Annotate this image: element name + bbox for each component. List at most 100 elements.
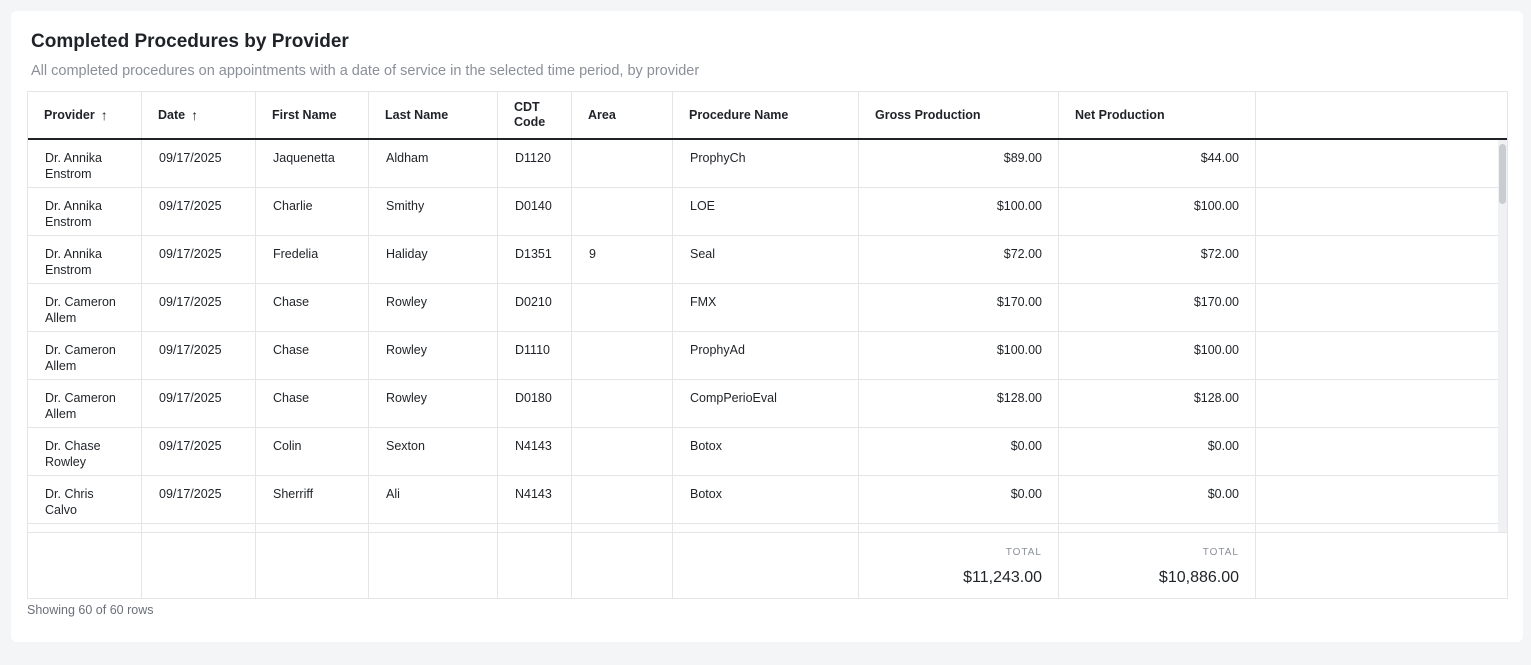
cell-date: 09/17/2025 [142, 332, 256, 380]
cell-cdt: D1120 [498, 140, 572, 188]
table-row[interactable]: Dr. Cameron Allem 09/17/2025 Chase Rowley D0… [28, 380, 1498, 428]
table-header: Provider ↑ Date ↑ First Name Last Name CDT Cod… [28, 92, 1507, 140]
column-header-label: Procedure Name [689, 107, 789, 122]
cell-spacer [1256, 332, 1498, 380]
table-body[interactable]: Dr. Annika Enstrom 09/17/2025 Jaquenetta Al… [28, 140, 1507, 532]
cell-net: $0.00 [1059, 476, 1256, 524]
table-row[interactable]: Dr. Cameron Allem 09/17/2025 Chase Rowley D1… [28, 332, 1498, 380]
cell-provider: Dr. Cameron Allem [28, 380, 142, 428]
cell-provider: Dr. Annika Enstrom [28, 236, 142, 284]
cell-net: $44.00 [1059, 140, 1256, 188]
cell-last: Smithy [369, 188, 498, 236]
table-row[interactable]: Dr. Annika Enstrom 09/17/2025 Fredelia Hali… [28, 236, 1498, 284]
cell-empty [498, 524, 572, 532]
cell-spacer [1256, 476, 1498, 524]
cell-gross: $100.00 [859, 188, 1059, 236]
column-header-last[interactable]: Last Name [369, 92, 498, 138]
cell-area [572, 284, 673, 332]
column-header-net[interactable]: Net Production [1059, 92, 1256, 138]
page-title: Completed Procedures by Provider [31, 31, 349, 52]
arrow-up-icon[interactable]: ↑ [191, 107, 198, 123]
cell-empty [1256, 524, 1498, 532]
scrollbar-thumb[interactable] [1499, 144, 1506, 204]
cell-gross: $128.00 [859, 380, 1059, 428]
cell-first: Chase [256, 332, 369, 380]
cell-provider: Dr. Chris Calvo [28, 476, 142, 524]
cell-area [572, 428, 673, 476]
cell-net: $72.00 [1059, 236, 1256, 284]
cell-procedure: LOE [673, 188, 859, 236]
cell-last: Rowley [369, 380, 498, 428]
column-header-label: Provider [44, 107, 95, 122]
cell-first: Chase [256, 380, 369, 428]
page-subtitle: All completed procedures on appointments… [31, 63, 700, 79]
cell-empty [673, 524, 859, 532]
cell-provider: Dr. Cameron Allem [28, 284, 142, 332]
cell-gross: $0.00 [859, 476, 1059, 524]
cell-cdt: N4143 [498, 428, 572, 476]
cell-date: 09/17/2025 [142, 284, 256, 332]
column-header-label: Net Production [1075, 107, 1165, 122]
cell-date: 09/17/2025 [142, 476, 256, 524]
table-row[interactable]: Dr. Annika Enstrom 09/17/2025 Charlie Smith… [28, 188, 1498, 236]
footer-cell [673, 533, 859, 598]
cell-net: $100.00 [1059, 188, 1256, 236]
cell-procedure: Seal [673, 236, 859, 284]
cell-provider: Dr. Annika Enstrom [28, 140, 142, 188]
cell-first: Charlie [256, 188, 369, 236]
column-header-area[interactable]: Area [572, 92, 673, 138]
cell-net: $170.00 [1059, 284, 1256, 332]
cell-provider: Dr. Annika Enstrom [28, 188, 142, 236]
column-header-procedure[interactable]: Procedure Name [673, 92, 859, 138]
cell-last: Rowley [369, 332, 498, 380]
footer-cell [28, 533, 142, 598]
cell-spacer [1256, 140, 1498, 188]
net-total-label: TOTAL [1202, 547, 1239, 558]
column-header-first[interactable]: First Name [256, 92, 369, 138]
cell-area [572, 140, 673, 188]
row-count: Showing 60 of 60 rows [27, 603, 154, 617]
cell-gross: $170.00 [859, 284, 1059, 332]
report-card: Completed Procedures by Provider All com… [11, 11, 1523, 642]
table-scrollbar[interactable] [1498, 140, 1507, 532]
column-header-gross[interactable]: Gross Production [859, 92, 1059, 138]
cell-empty [572, 524, 673, 532]
cell-empty [859, 524, 1059, 532]
cell-empty [369, 524, 498, 532]
column-header-label: First Name [272, 107, 337, 122]
cell-net: $0.00 [1059, 428, 1256, 476]
cell-procedure: FMX [673, 284, 859, 332]
cell-gross: $89.00 [859, 140, 1059, 188]
arrow-up-icon[interactable]: ↑ [101, 107, 108, 123]
column-header-spacer [1256, 92, 1507, 138]
cell-date: 09/17/2025 [142, 236, 256, 284]
column-header-cdt[interactable]: CDT Code [498, 92, 572, 138]
cell-spacer [1256, 188, 1498, 236]
cell-empty [142, 524, 256, 532]
footer-cell [1256, 533, 1507, 598]
cell-area [572, 332, 673, 380]
cell-last: Aldham [369, 140, 498, 188]
table-row[interactable]: Dr. Chris Calvo 09/17/2025 Sherriff Ali N414… [28, 476, 1498, 524]
gross-total-label: TOTAL [1005, 547, 1042, 558]
table-row[interactable]: Dr. Chase Rowley 09/17/2025 Colin Sexton N41… [28, 428, 1498, 476]
cell-procedure: ProphyCh [673, 140, 859, 188]
footer-cell [369, 533, 498, 598]
cell-date: 09/17/2025 [142, 428, 256, 476]
footer-cell [256, 533, 369, 598]
column-header-label: Gross Production [875, 107, 981, 122]
footer-cell [498, 533, 572, 598]
cell-area [572, 476, 673, 524]
cell-empty [256, 524, 369, 532]
net-production-total: TOTAL $10,886.00 [1059, 533, 1256, 598]
cell-last: Rowley [369, 284, 498, 332]
cell-last: Haliday [369, 236, 498, 284]
column-header-date[interactable]: Date ↑ [142, 92, 256, 138]
table-row[interactable]: Dr. Cameron Allem 09/17/2025 Chase Rowley D0… [28, 284, 1498, 332]
cell-date: 09/17/2025 [142, 188, 256, 236]
cell-last: Sexton [369, 428, 498, 476]
table-row[interactable]: Dr. Annika Enstrom 09/17/2025 Jaquenetta Al… [28, 140, 1498, 188]
cell-last: Ali [369, 476, 498, 524]
column-header-provider[interactable]: Provider ↑ [28, 92, 142, 138]
gross-production-total: TOTAL $11,243.00 [859, 533, 1059, 598]
